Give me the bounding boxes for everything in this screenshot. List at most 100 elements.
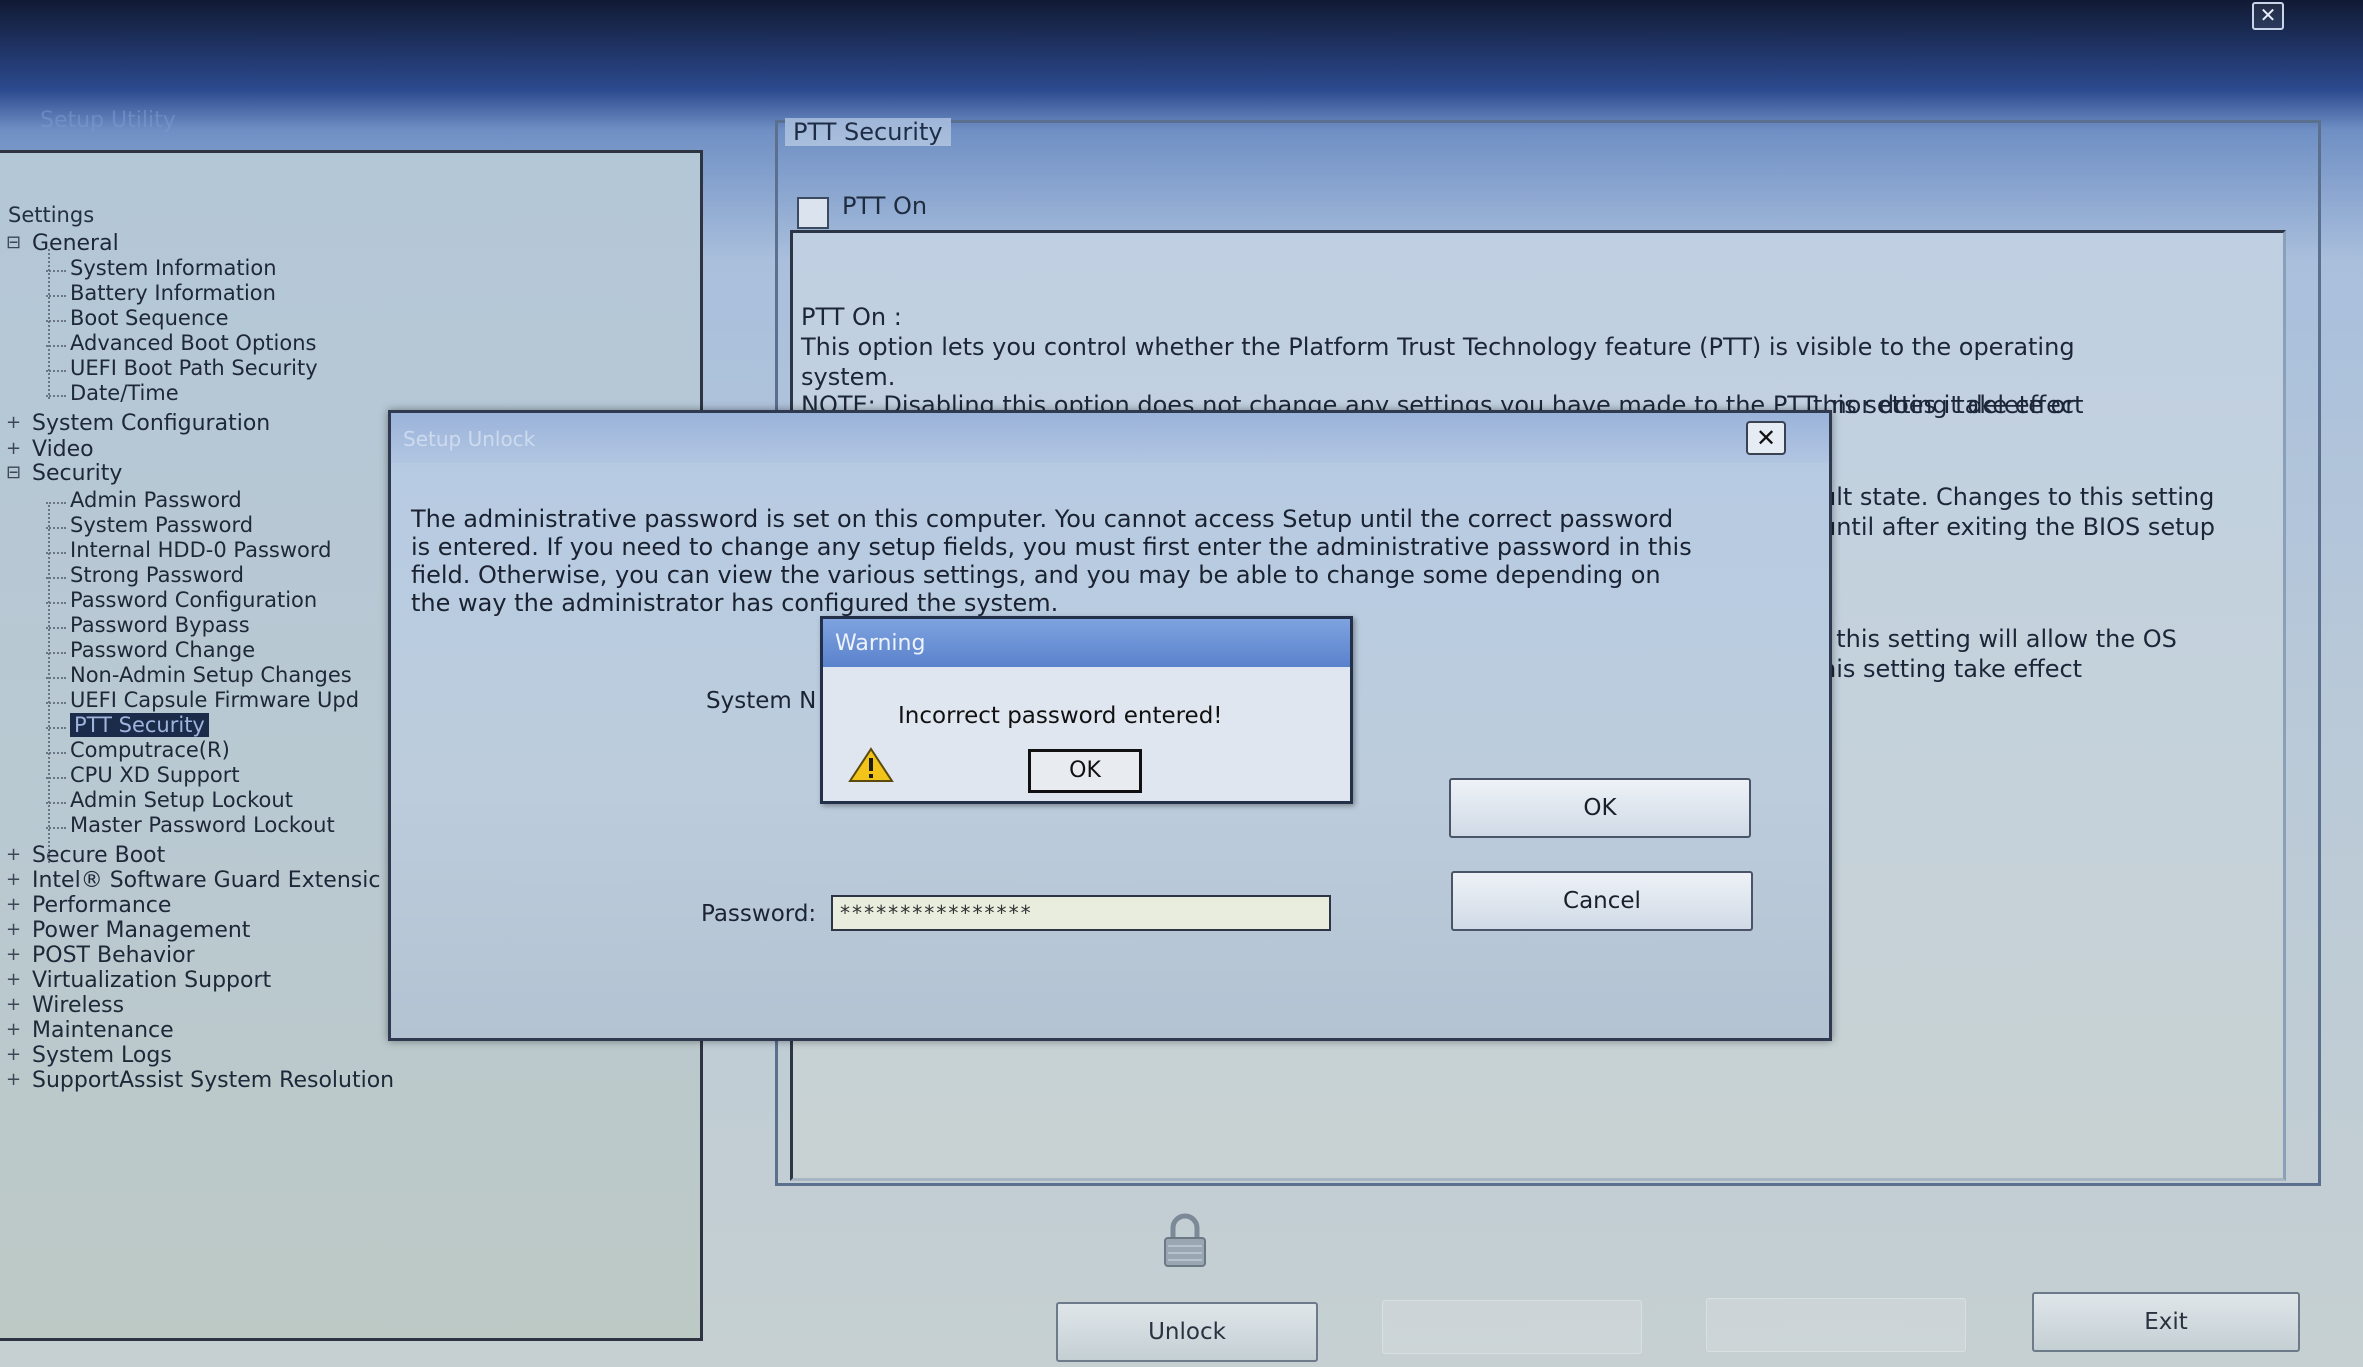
expand-icon[interactable]: + <box>6 412 21 433</box>
tree-item[interactable]: Non-Admin Setup Changes <box>70 663 352 687</box>
tree-item-label: Power Management <box>32 918 251 943</box>
tree-item-label: Security <box>32 461 123 486</box>
tree-item[interactable]: Date/Time <box>70 381 179 405</box>
tree-item[interactable]: Maintenance <box>32 1018 174 1043</box>
description-line: system. <box>801 363 896 391</box>
tree-connector <box>48 505 50 863</box>
tree-item[interactable]: Virtualization Support <box>32 968 271 993</box>
tree-item[interactable]: System Password <box>70 513 253 537</box>
tree-item-label: Date/Time <box>70 381 179 405</box>
tree-item[interactable]: UEFI Boot Path Security <box>70 356 318 380</box>
tree-item-label: Video <box>32 437 94 462</box>
expand-icon[interactable]: + <box>6 994 21 1015</box>
ok-button[interactable]: OK <box>1449 778 1751 838</box>
system-password-label: System N <box>706 688 817 714</box>
tree-item[interactable]: Password Bypass <box>70 613 250 637</box>
description-line: this setting take effect <box>1813 391 2084 419</box>
expand-icon[interactable]: + <box>6 1069 21 1090</box>
tree-item-label: Maintenance <box>32 1018 174 1043</box>
expand-icon[interactable]: + <box>6 894 21 915</box>
tree-item[interactable]: Advanced Boot Options <box>70 331 316 355</box>
tree-item-label: Battery Information <box>70 281 276 305</box>
setup-message-line: The administrative password is set on th… <box>411 505 1674 533</box>
tree-item[interactable]: Boot Sequence <box>70 306 229 330</box>
ptt-on-label[interactable]: PTT On <box>842 192 927 220</box>
cancel-button[interactable]: Cancel <box>1451 871 1753 931</box>
expand-icon[interactable]: + <box>6 1019 21 1040</box>
window-title: Setup Utility <box>40 108 176 133</box>
expand-icon[interactable]: ⊟ <box>6 462 21 483</box>
tree-item[interactable]: Strong Password <box>70 563 244 587</box>
tree-item-label: Strong Password <box>70 563 244 587</box>
lock-icon <box>1164 1213 1206 1267</box>
tree-item[interactable]: Power Management <box>32 918 250 943</box>
close-icon[interactable]: ✕ <box>1746 421 1786 455</box>
exit-button[interactable]: Exit <box>2032 1292 2300 1352</box>
tree-item[interactable]: POST Behavior <box>32 943 195 968</box>
tree-item-label: Advanced Boot Options <box>70 331 317 355</box>
description-line: his setting take effect <box>1821 655 2083 683</box>
tree-item-label: Password Configuration <box>70 588 318 612</box>
tree-item[interactable]: Security <box>32 461 122 486</box>
unlock-button[interactable]: Unlock <box>1056 1302 1318 1362</box>
expand-icon[interactable]: ⊟ <box>6 232 21 253</box>
expand-icon[interactable]: + <box>6 944 21 965</box>
tree-item[interactable]: Computrace(R) <box>70 738 230 762</box>
tree-item[interactable]: Battery Information <box>70 281 276 305</box>
setup-unlock-title: Setup Unlock <box>403 427 536 451</box>
setup-message-line: is entered. If you need to change any se… <box>411 533 1692 561</box>
tree-item-label: General <box>32 231 119 256</box>
password-input[interactable]: **************** <box>831 895 1331 931</box>
expand-icon[interactable]: + <box>6 869 21 890</box>
description-line: ult state. Changes to this setting <box>1821 483 2215 511</box>
tree-item[interactable]: Password Change <box>70 638 255 662</box>
tree-item[interactable]: CPU XD Support <box>70 763 240 787</box>
tree-item[interactable]: Master Password Lockout <box>70 813 335 837</box>
group-title: PTT Security <box>785 118 951 146</box>
tree-item-label: Intel® Software Guard Extensic <box>32 868 381 893</box>
warning-title: Warning <box>835 631 926 656</box>
tree-item[interactable]: General <box>32 231 119 256</box>
tree-item[interactable]: System Logs <box>32 1043 172 1068</box>
expand-icon[interactable]: + <box>6 919 21 940</box>
tree-item-label: PTT Security <box>70 713 209 737</box>
tree-item[interactable]: System Information <box>70 256 277 280</box>
tree-item[interactable]: Video <box>32 437 94 462</box>
tree-connector <box>46 502 66 504</box>
tree-item[interactable]: PTT Security <box>70 713 209 737</box>
ptt-on-checkbox[interactable] <box>797 197 829 229</box>
tree-item-label: SupportAssist System Resolution <box>32 1068 395 1093</box>
tree-item[interactable]: Internal HDD-0 Password <box>70 538 331 562</box>
expand-icon[interactable]: + <box>6 438 21 459</box>
tree-item-label: Wireless <box>32 993 125 1018</box>
setup-message-line: field. Otherwise, you can view the vario… <box>411 561 1661 589</box>
password-label: Password: <box>701 901 817 927</box>
tree-item[interactable]: System Configuration <box>32 411 270 436</box>
tree-item[interactable]: Secure Boot <box>32 843 165 868</box>
disabled-button <box>1706 1298 1966 1352</box>
tree-item-label: System Configuration <box>32 411 271 436</box>
tree-item-label: Master Password Lockout <box>70 813 335 837</box>
tree-item-label: System Password <box>70 513 254 537</box>
expand-icon[interactable]: + <box>6 1044 21 1065</box>
window-close-icon[interactable]: ✕ <box>2252 2 2284 30</box>
expand-icon[interactable]: + <box>6 844 21 865</box>
tree-root-label: Settings <box>8 203 95 227</box>
tree-item[interactable]: Admin Password <box>70 488 242 512</box>
expand-icon[interactable]: + <box>6 969 21 990</box>
tree-item[interactable]: UEFI Capsule Firmware Upd <box>70 688 359 712</box>
setup-unlock-titlebar: Setup Unlock ✕ <box>391 413 1829 463</box>
tree-item[interactable]: Intel® Software Guard Extensic <box>32 868 380 893</box>
tree-item-label: Performance <box>32 893 172 918</box>
tree-item[interactable]: Password Configuration <box>70 588 317 612</box>
tree-item[interactable]: Admin Setup Lockout <box>70 788 293 812</box>
tree-item-label: CPU XD Support <box>70 763 240 787</box>
tree-item-label: Password Change <box>70 638 256 662</box>
tree-item-label: Boot Sequence <box>70 306 229 330</box>
tree-item[interactable]: Performance <box>32 893 171 918</box>
tree-item[interactable]: Wireless <box>32 993 124 1018</box>
setup-message-line: the way the administrator has configured… <box>411 589 1059 617</box>
warning-ok-button[interactable]: OK <box>1028 749 1142 793</box>
tree-item[interactable]: SupportAssist System Resolution <box>32 1068 394 1093</box>
tree-item-label: Computrace(R) <box>70 738 230 762</box>
